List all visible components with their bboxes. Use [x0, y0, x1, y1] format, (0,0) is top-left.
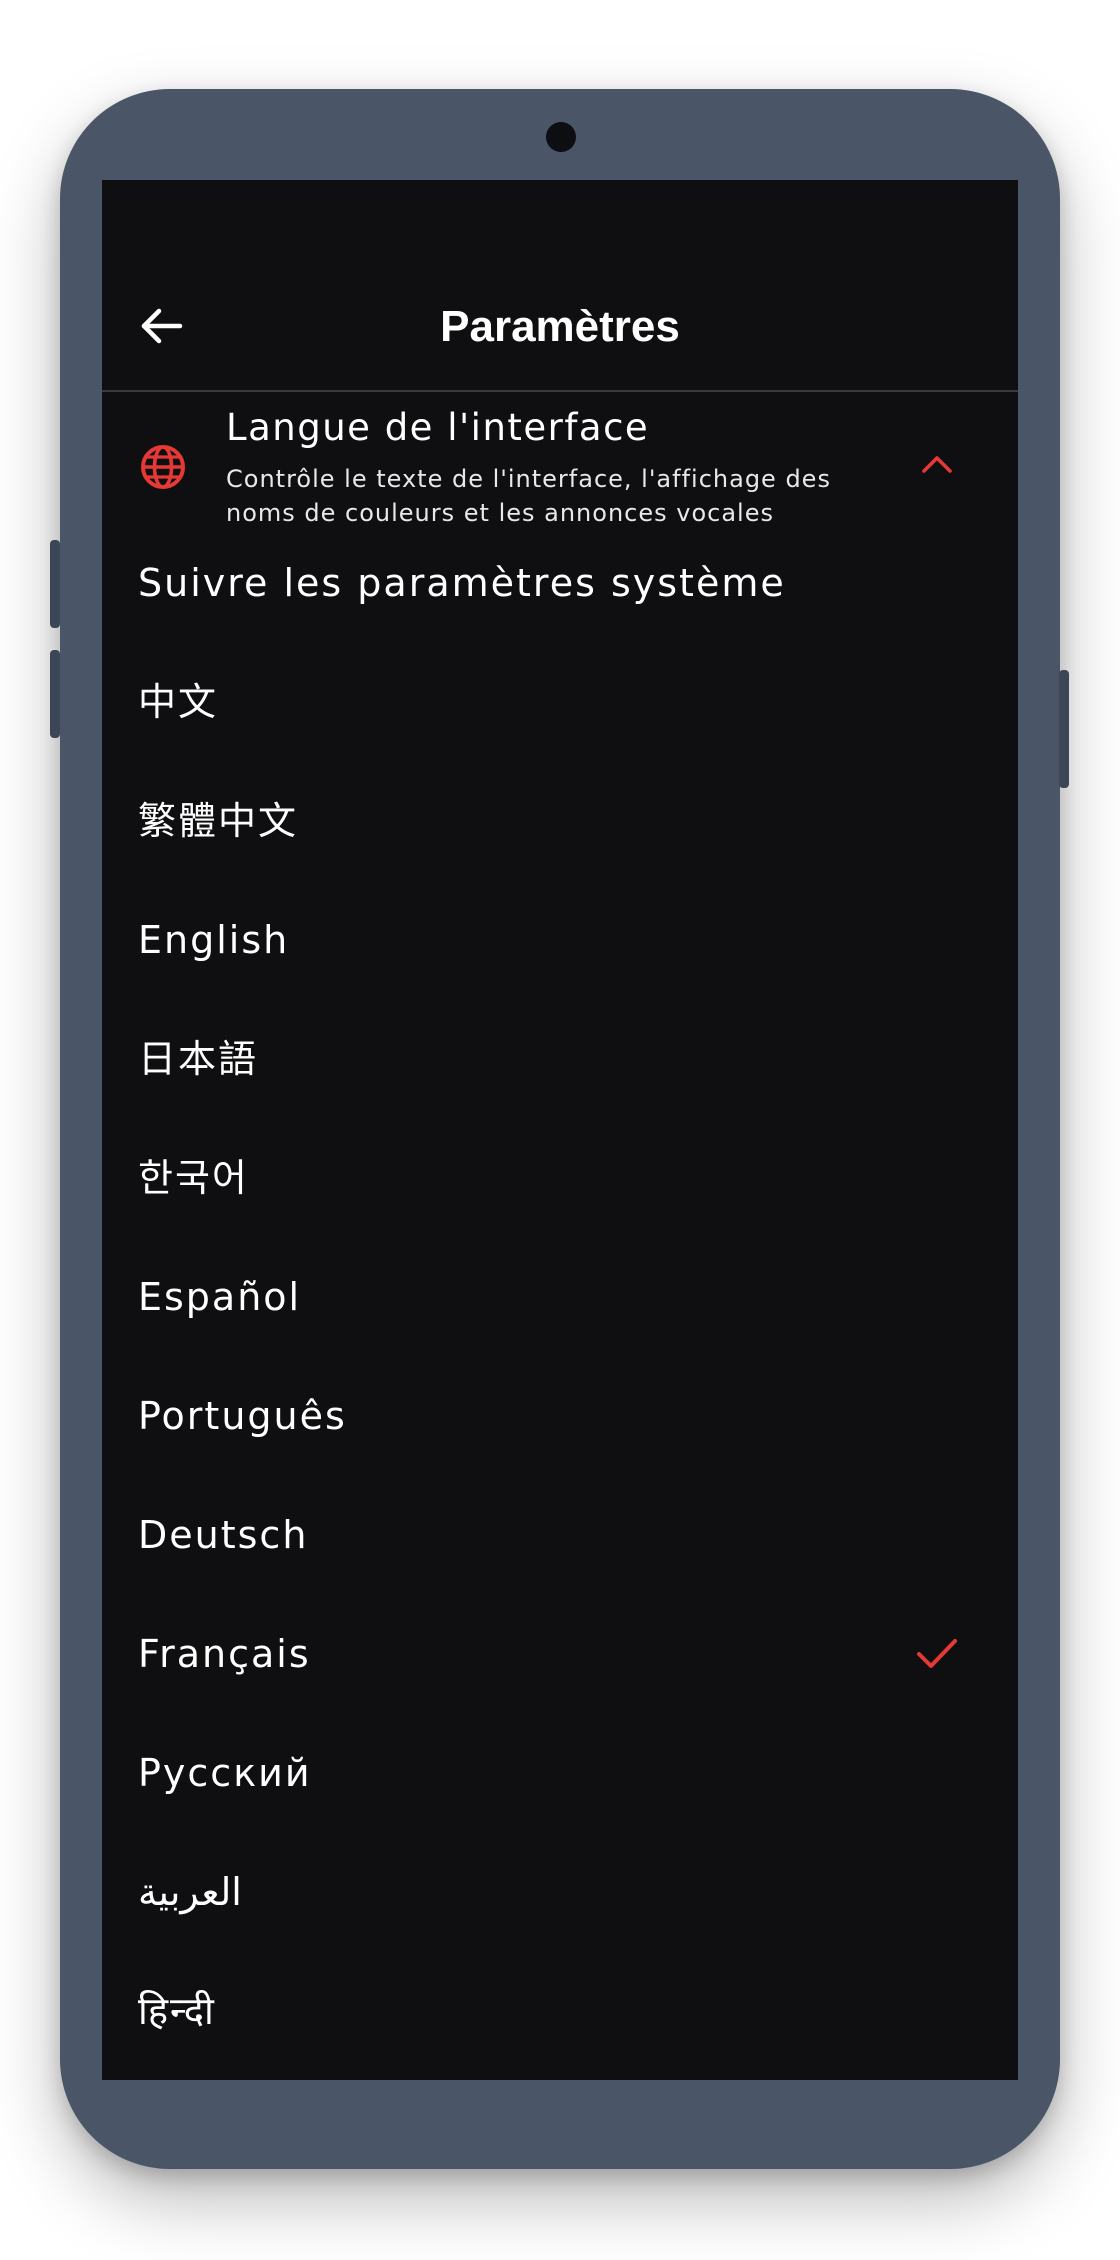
language-option-system[interactable]: Suivre les paramètres système: [102, 548, 1018, 667]
page-title: Paramètres: [440, 302, 680, 351]
chevron-up-icon[interactable]: [920, 452, 954, 476]
language-option-ja[interactable]: 日本語: [102, 1024, 1018, 1143]
globe-icon: [141, 445, 185, 489]
language-list: Suivre les paramètres système 中文 繁體中文 En…: [102, 548, 1018, 2080]
language-label: Suivre les paramètres système: [138, 561, 786, 605]
language-label: العربية: [138, 1870, 242, 1914]
language-label: English: [138, 918, 290, 962]
volume-down-button: [50, 650, 60, 738]
stage: Paramètres Langue de l'interface Contrôl…: [0, 0, 1120, 2260]
language-option-de[interactable]: Deutsch: [102, 1500, 1018, 1619]
language-label: 日本語: [138, 1037, 259, 1081]
volume-up-button: [50, 540, 60, 628]
checkmark-icon: [917, 1639, 957, 1668]
language-label: Français: [138, 1632, 311, 1676]
language-label: हिन्दी: [138, 1989, 216, 2033]
language-option-ko[interactable]: 한국어: [102, 1143, 1018, 1262]
language-label: 한국어: [138, 1156, 249, 1200]
interface-language-header[interactable]: Langue de l'interface Contrôle le texte …: [102, 392, 1018, 530]
language-label: Deutsch: [138, 1513, 309, 1557]
app-bar: Paramètres: [102, 180, 1018, 392]
language-option-en[interactable]: English: [102, 905, 1018, 1024]
section-description: Contrôle le texte de l'interface, l'affi…: [226, 465, 831, 527]
language-option-zh[interactable]: 中文: [102, 667, 1018, 786]
language-label: 中文: [138, 680, 219, 724]
language-label: 繁體中文: [138, 799, 299, 843]
language-option-hi[interactable]: हिन्दी: [102, 1976, 1018, 2080]
front-camera: [546, 122, 576, 152]
power-button: [1059, 670, 1069, 788]
language-label: Русский: [138, 1751, 312, 1795]
language-option-fr[interactable]: Français: [102, 1619, 1018, 1738]
language-label: Português: [138, 1394, 347, 1438]
language-option-es[interactable]: Español: [102, 1262, 1018, 1381]
language-option-zh-hant[interactable]: 繁體中文: [102, 786, 1018, 905]
language-option-ru[interactable]: Русский: [102, 1738, 1018, 1857]
language-option-pt[interactable]: Português: [102, 1381, 1018, 1500]
language-option-ar[interactable]: العربية: [102, 1857, 1018, 1976]
language-label: Español: [138, 1275, 302, 1319]
section-title: Langue de l'interface: [226, 406, 650, 449]
app-screen: Paramètres Langue de l'interface Contrôl…: [102, 180, 1018, 2080]
